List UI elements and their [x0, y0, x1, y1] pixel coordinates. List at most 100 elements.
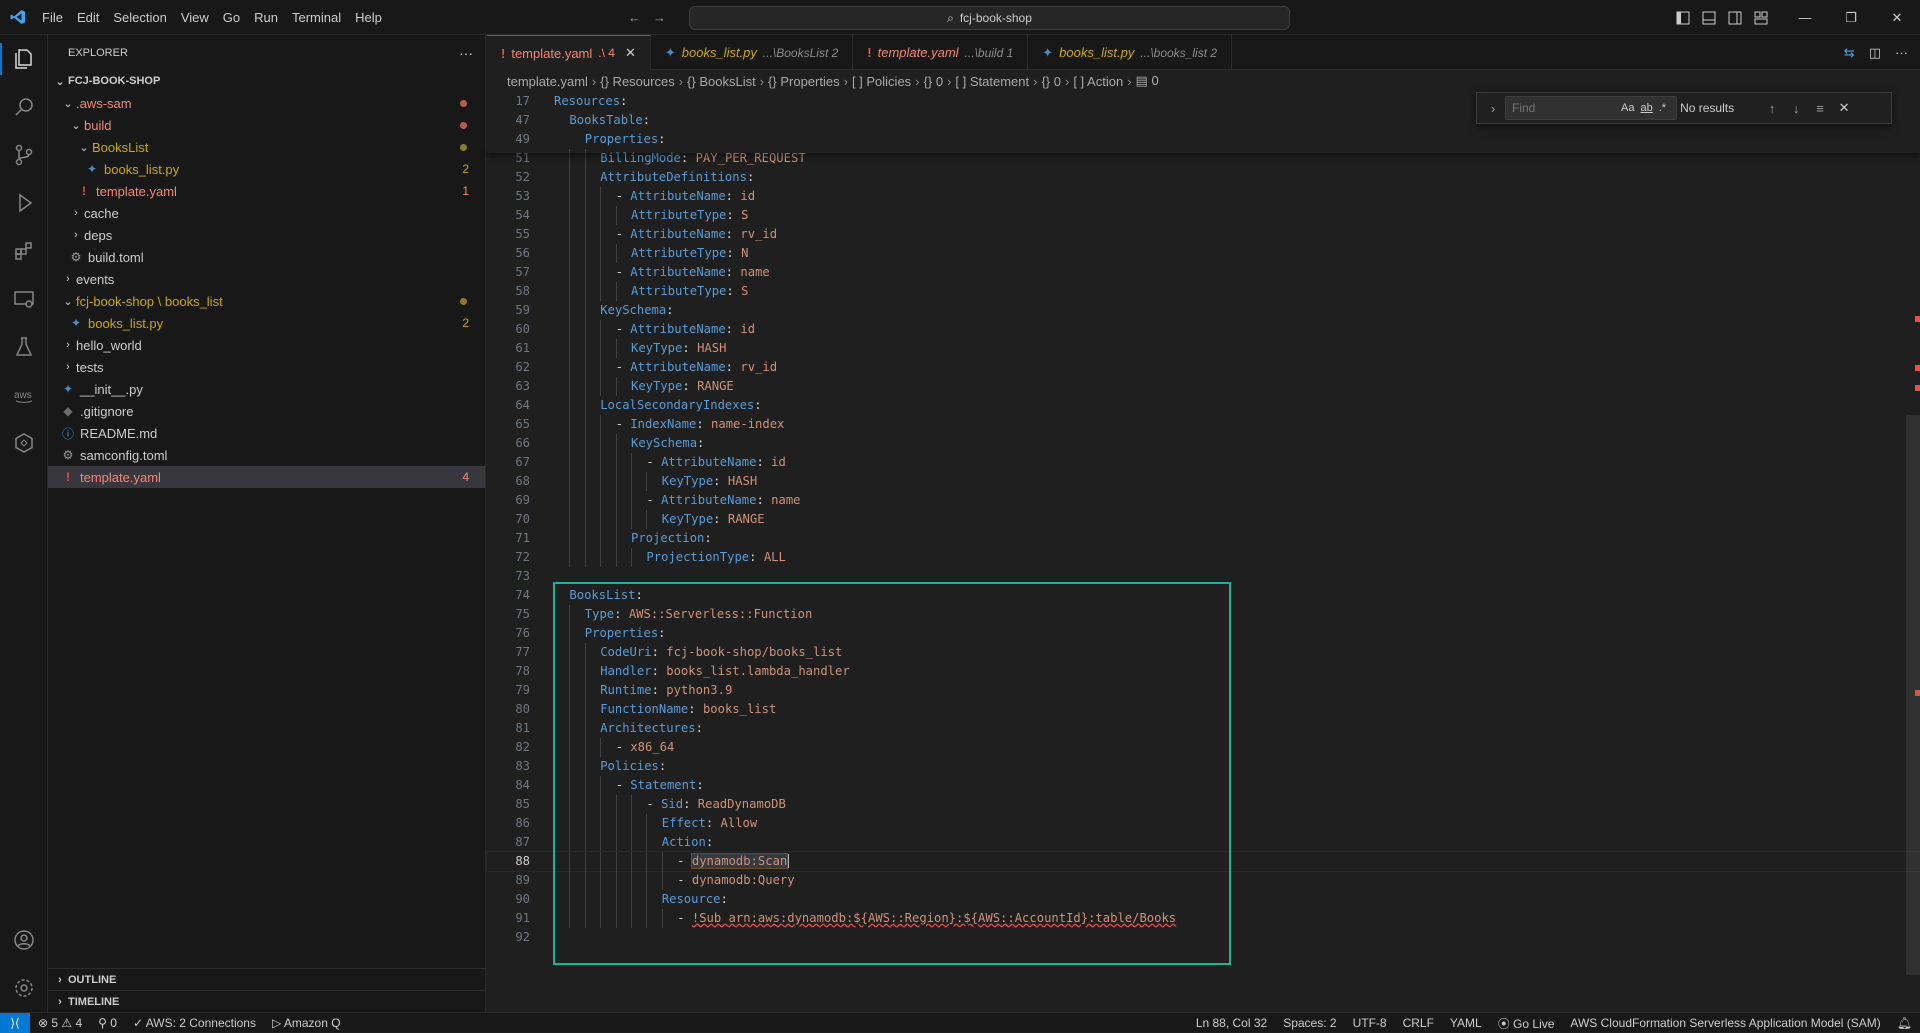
breadcrumb-item[interactable]: template.yaml: [507, 74, 588, 89]
cursor-position[interactable]: Ln 88, Col 32: [1188, 1016, 1275, 1030]
testing-icon[interactable]: [0, 323, 48, 371]
next-match-icon[interactable]: ↓: [1784, 101, 1808, 116]
tree-item[interactable]: ◆ .gitignore: [48, 400, 485, 422]
editor-tab[interactable]: ✦ books_list.py ...\BooksList 2: [651, 35, 854, 70]
breadcrumb-item[interactable]: {} Resources: [600, 74, 674, 89]
code-line[interactable]: 72 ProjectionType: ALL: [487, 548, 1920, 567]
aws-icon[interactable]: aws: [0, 371, 48, 419]
ports-count[interactable]: ⚲ 0: [90, 1016, 125, 1030]
toggle-secondary-sidebar-icon[interactable]: [1722, 0, 1748, 35]
menu-file[interactable]: File: [35, 0, 70, 35]
language-mode[interactable]: YAML: [1442, 1016, 1490, 1030]
code-line[interactable]: 54 AttributeType: S: [487, 206, 1920, 225]
more-actions-icon[interactable]: ···: [1895, 45, 1908, 60]
tree-item[interactable]: ✦ books_list.py 2: [48, 158, 485, 180]
close-find-icon[interactable]: ✕: [1832, 100, 1856, 116]
code-line[interactable]: 64 LocalSecondaryIndexes:: [487, 396, 1920, 415]
tree-item[interactable]: ⌄ build: [48, 114, 485, 136]
customize-layout-icon[interactable]: [1748, 0, 1774, 35]
tree-item[interactable]: ⚙ build.toml: [48, 246, 485, 268]
tree-item[interactable]: ⌄ BooksList: [48, 136, 485, 158]
settings-gear-icon[interactable]: [0, 964, 48, 1012]
forward-arrow-icon[interactable]: →: [653, 10, 666, 25]
more-actions-icon[interactable]: ···: [459, 45, 473, 61]
match-case-toggle[interactable]: Aa: [1621, 102, 1634, 114]
menu-selection[interactable]: Selection: [106, 0, 173, 35]
code-line[interactable]: 53 - AttributeName: id: [487, 187, 1920, 206]
tree-item[interactable]: › hello_world: [48, 334, 485, 356]
previous-match-icon[interactable]: ↑: [1760, 101, 1784, 116]
close-window-icon[interactable]: ✕: [1874, 0, 1920, 35]
tree-item[interactable]: ⓘ README.md: [48, 422, 485, 444]
breadcrumb-item[interactable]: {} BooksList: [687, 74, 756, 89]
code-line[interactable]: 69 - AttributeName: name: [487, 491, 1920, 510]
code-line[interactable]: 63 KeyType: RANGE: [487, 377, 1920, 396]
tree-item[interactable]: ⌄ .aws-sam: [48, 92, 485, 114]
breadcrumb-item[interactable]: {} 0: [924, 74, 944, 89]
account-icon[interactable]: [0, 916, 48, 964]
toggle-panel-icon[interactable]: [1696, 0, 1722, 35]
amazon-q-icon[interactable]: [0, 419, 48, 467]
tree-item[interactable]: ! template.yaml 4: [48, 466, 485, 488]
problems-count[interactable]: ⊗ 5 ⚠ 4: [30, 1016, 90, 1030]
menu-help[interactable]: Help: [348, 0, 389, 35]
compare-changes-icon[interactable]: ⇆: [1844, 45, 1855, 61]
editor-tab[interactable]: ! template.yaml ...\build 1: [853, 35, 1029, 70]
tree-item[interactable]: ✦ __init__.py: [48, 378, 485, 400]
breadcrumb-item[interactable]: [ ] Statement: [955, 74, 1029, 89]
tree-item[interactable]: › tests: [48, 356, 485, 378]
find-in-selection-icon[interactable]: ≡: [1808, 101, 1832, 116]
restore-icon[interactable]: ❐: [1828, 0, 1874, 35]
breadcrumb-item[interactable]: [ ] Policies: [852, 74, 911, 89]
end-of-line[interactable]: CRLF: [1395, 1016, 1442, 1030]
split-editor-icon[interactable]: ◫: [1869, 45, 1881, 61]
run-debug-icon[interactable]: [0, 179, 48, 227]
code-line[interactable]: 60 - AttributeName: id: [487, 320, 1920, 339]
code-line[interactable]: 71 Projection:: [487, 529, 1920, 548]
toggle-primary-sidebar-icon[interactable]: [1670, 0, 1696, 35]
menu-view[interactable]: View: [174, 0, 216, 35]
editor-tab[interactable]: ! template.yaml .\ 4 ✕: [487, 35, 651, 70]
search-icon[interactable]: [0, 83, 48, 131]
workspace-root[interactable]: ⌄ FCJ-BOOK-SHOP: [48, 70, 485, 92]
encoding[interactable]: UTF-8: [1345, 1016, 1395, 1030]
code-line[interactable]: 58 AttributeType: S: [487, 282, 1920, 301]
tree-item[interactable]: ⌄ fcj-book-shop \ books_list: [48, 290, 485, 312]
timeline-section[interactable]: › TIMELINE: [48, 990, 485, 1012]
code-line[interactable]: 66 KeySchema:: [487, 434, 1920, 453]
tree-item[interactable]: › events: [48, 268, 485, 290]
code-line[interactable]: 56 AttributeType: N: [487, 244, 1920, 263]
remote-indicator-icon[interactable]: ⟩⟨: [0, 1012, 30, 1033]
breadcrumb-item[interactable]: [ ] Action: [1073, 74, 1123, 89]
remote-explorer-icon[interactable]: [0, 275, 48, 323]
code-line[interactable]: 61 KeyType: HASH: [487, 339, 1920, 358]
breadcrumb-item[interactable]: {} Properties: [768, 74, 840, 89]
minimize-icon[interactable]: —: [1782, 0, 1828, 35]
menu-terminal[interactable]: Terminal: [285, 0, 348, 35]
close-tab-icon[interactable]: ✕: [625, 45, 636, 61]
tree-item[interactable]: › deps: [48, 224, 485, 246]
code-line[interactable]: 55 - AttributeName: rv_id: [487, 225, 1920, 244]
extensions-icon[interactable]: [0, 227, 48, 275]
aws-connections[interactable]: ✓ AWS: 2 Connections: [125, 1016, 264, 1030]
code-line[interactable]: 70 KeyType: RANGE: [487, 510, 1920, 529]
match-whole-word-toggle[interactable]: ab: [1640, 102, 1652, 114]
toggle-replace-chevron-icon[interactable]: ›: [1481, 101, 1505, 116]
menu-run[interactable]: Run: [247, 0, 285, 35]
regex-toggle[interactable]: .*: [1659, 102, 1666, 114]
tree-item[interactable]: ⚙ samconfig.toml: [48, 444, 485, 466]
command-center[interactable]: ⌕ fcj-book-shop: [689, 6, 1290, 30]
explorer-icon[interactable]: [0, 35, 48, 83]
editor-tab[interactable]: ✦ books_list.py ...\books_list 2: [1028, 35, 1233, 70]
code-line[interactable]: 52 AttributeDefinitions:: [487, 168, 1920, 187]
editor-scrollbar[interactable]: [1906, 415, 1920, 975]
amazon-q-status[interactable]: ▷ Amazon Q: [264, 1016, 349, 1030]
menu-go[interactable]: Go: [216, 0, 247, 35]
back-arrow-icon[interactable]: ←: [628, 10, 641, 25]
breadcrumb-item[interactable]: {} 0: [1041, 74, 1061, 89]
code-line[interactable]: 57 - AttributeName: name: [487, 263, 1920, 282]
code-line[interactable]: 67 - AttributeName: id: [487, 453, 1920, 472]
indentation[interactable]: Spaces: 2: [1275, 1016, 1344, 1030]
tree-item[interactable]: ✦ books_list.py 2: [48, 312, 485, 334]
code-line[interactable]: 65 - IndexName: name-index: [487, 415, 1920, 434]
